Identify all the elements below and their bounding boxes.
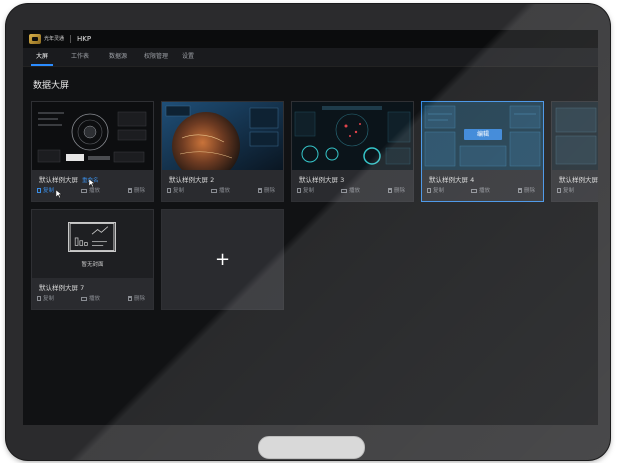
card-thumbnail — [292, 102, 413, 170]
copy-button[interactable]: 复制 — [167, 187, 184, 195]
delete-button[interactable]: 删除 — [388, 187, 405, 195]
page-title: 数据大屏 — [33, 81, 70, 91]
delete-button[interactable]: 删除 — [128, 187, 145, 195]
card-actions: 复制 — [557, 187, 598, 195]
copy-icon — [37, 188, 41, 193]
card-thumbnail — [552, 102, 598, 170]
play-button[interactable]: 播放 — [211, 187, 230, 195]
copy-button[interactable]: 复制 — [427, 187, 444, 195]
trash-icon — [128, 188, 132, 193]
mouse-cursor-icon — [89, 179, 95, 187]
delete-button[interactable]: 删除 — [518, 187, 535, 195]
card-actions: 复制 播放 删除 — [297, 187, 408, 195]
card-actions: 复制 播放 删除 — [427, 187, 538, 195]
delete-label: 删除 — [264, 188, 276, 194]
edit-button[interactable]: 编辑 — [464, 129, 502, 140]
tab-permissions[interactable]: 权限管理 — [141, 48, 171, 66]
copy-label: 复制 — [303, 188, 315, 194]
tab-worksheets[interactable]: 工作表 — [67, 48, 93, 66]
trash-icon — [128, 296, 132, 301]
copy-label: 复制 — [43, 188, 55, 194]
home-button[interactable] — [258, 436, 365, 459]
copy-label: 复制 — [563, 188, 575, 194]
tab-dashboard[interactable]: 大屏 — [31, 48, 53, 66]
copy-button[interactable]: 复制 — [37, 187, 54, 195]
play-label: 播放 — [219, 188, 231, 194]
card-thumbnail — [162, 102, 283, 170]
add-dashboard-button[interactable]: + — [161, 209, 284, 310]
dashboard-card-3[interactable]: 默认样例大屏 3 复制 播放 删除 — [291, 101, 414, 202]
play-icon — [341, 188, 347, 193]
delete-button[interactable]: 删除 — [258, 187, 275, 195]
trash-icon — [388, 188, 392, 193]
dashboard-card-4[interactable]: 编辑 默认样例大屏 4 复制 播放 删除 — [421, 101, 544, 202]
logo-icon — [29, 34, 41, 44]
play-label: 播放 — [349, 188, 361, 194]
play-label: 播放 — [89, 188, 101, 194]
card-title: 默认样例大屏 2 — [169, 176, 215, 184]
copy-icon — [37, 296, 41, 301]
play-icon — [471, 188, 477, 193]
card-thumbnail: 暂无封面 — [32, 210, 153, 278]
tab-data-sources[interactable]: 数据源 — [105, 48, 131, 66]
delete-label: 删除 — [524, 188, 536, 194]
card-title: 默认样例大屏 7 — [39, 284, 85, 292]
play-label: 播放 — [479, 188, 491, 194]
copy-button[interactable]: 复制 — [557, 187, 574, 195]
trash-icon — [518, 188, 522, 193]
tech-dashboard-thumbnail — [32, 102, 153, 170]
play-button[interactable]: 播放 — [471, 187, 490, 195]
play-button[interactable]: 播放 — [81, 295, 100, 303]
card-title: 默认样例大屏 4 — [429, 176, 475, 184]
dashboard-card-7[interactable]: 暂无封面 默认样例大屏 7 复制 播放 删除 — [31, 209, 154, 310]
app-screen: 光年灵通 HKP 大屏 工作表 数据源 权限管理 设置 数据大屏 默认样例大屏 … — [23, 30, 598, 425]
no-cover-placeholder: 暂无封面 — [32, 210, 153, 278]
card-thumbnail: 编辑 — [422, 102, 543, 170]
dashboard-card-1[interactable]: 默认样例大屏重命名 复制 播放 删除 — [31, 101, 154, 202]
dashboard-card-2[interactable]: 默认样例大屏 2 复制 播放 删除 — [161, 101, 284, 202]
copy-label: 复制 — [43, 296, 55, 302]
card-title: 默认样例大屏 5 — [559, 176, 598, 184]
no-cover-label: 暂无封面 — [81, 262, 104, 268]
copy-label: 复制 — [433, 188, 445, 194]
trash-icon — [258, 188, 262, 193]
copy-button[interactable]: 复制 — [297, 187, 314, 195]
partial-dashboard-thumbnail — [552, 102, 598, 170]
card-thumbnail — [32, 102, 153, 170]
app-title: HKP — [77, 35, 92, 43]
card-actions: 复制 播放 删除 — [167, 187, 278, 195]
card-title: 默认样例大屏 3 — [299, 176, 345, 184]
earth-dashboard-thumbnail — [162, 102, 283, 170]
tab-settings[interactable]: 设置 — [179, 48, 197, 66]
play-icon — [81, 296, 87, 301]
radar-dashboard-thumbnail — [292, 102, 413, 170]
dashboard-card-5[interactable]: 默认样例大屏 5 复制 — [551, 101, 598, 202]
play-button[interactable]: 播放 — [341, 187, 360, 195]
play-icon — [211, 188, 217, 193]
play-icon — [81, 188, 87, 193]
header-divider — [70, 35, 72, 43]
brand-name: 光年灵通 — [44, 36, 65, 42]
copy-icon — [167, 188, 171, 193]
copy-button[interactable]: 复制 — [37, 295, 54, 303]
no-cover-chart-icon — [68, 222, 116, 252]
card-actions: 复制 播放 删除 — [37, 295, 148, 303]
top-bar: 光年灵通 HKP — [23, 30, 598, 48]
mouse-cursor-icon — [56, 190, 62, 198]
play-button[interactable]: 播放 — [81, 187, 100, 195]
copy-icon — [297, 188, 301, 193]
main-nav: 大屏 工作表 数据源 权限管理 设置 — [23, 48, 598, 67]
tablet-frame: 光年灵通 HKP 大屏 工作表 数据源 权限管理 设置 数据大屏 默认样例大屏 … — [6, 4, 610, 460]
delete-label: 删除 — [134, 296, 146, 302]
delete-button[interactable]: 删除 — [128, 295, 145, 303]
copy-label: 复制 — [173, 188, 185, 194]
copy-icon — [427, 188, 431, 193]
play-label: 播放 — [89, 296, 101, 302]
copy-icon — [557, 188, 561, 193]
card-actions: 复制 播放 删除 — [37, 187, 148, 195]
delete-label: 删除 — [394, 188, 406, 194]
plus-icon: + — [214, 249, 231, 270]
delete-label: 删除 — [134, 188, 146, 194]
card-title-text: 默认样例大屏 — [39, 176, 78, 184]
